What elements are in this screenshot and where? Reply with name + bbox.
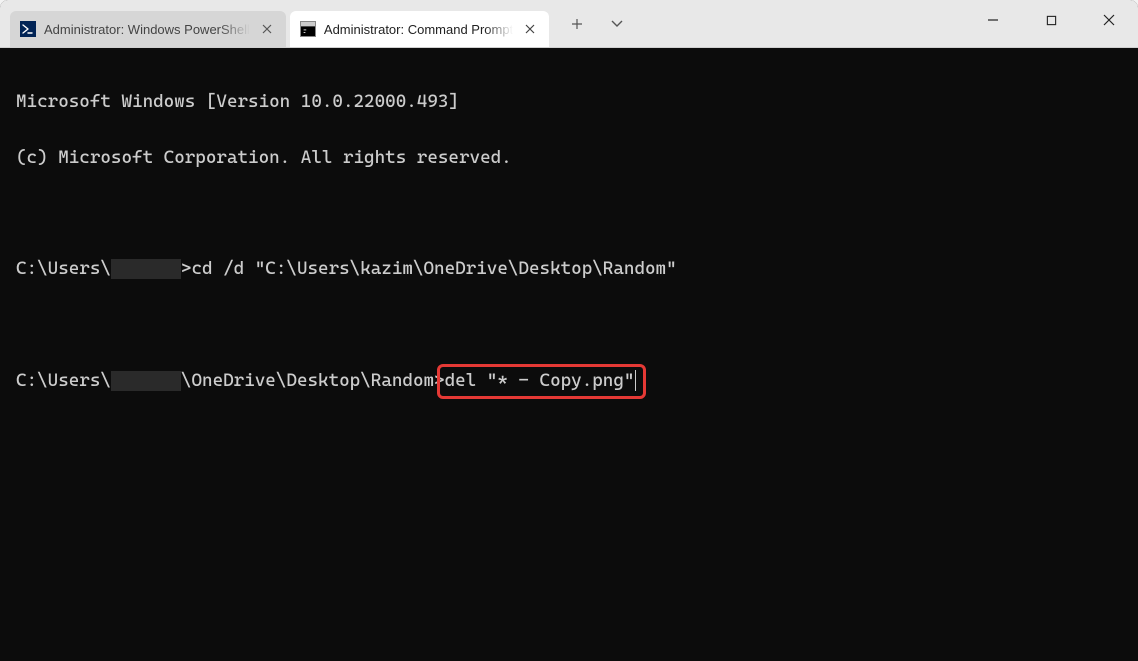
- cmd-icon: [300, 21, 316, 37]
- tab-cmd[interactable]: Administrator: Command Prompt: [290, 11, 549, 47]
- close-tab-button[interactable]: [521, 20, 539, 38]
- terminal-output[interactable]: Microsoft Windows [Version 10.0.22000.49…: [0, 48, 1138, 661]
- text-cursor: [635, 370, 636, 391]
- terminal-window: Administrator: Windows PowerShell Admini…: [0, 0, 1138, 661]
- command-cd: cd /d "C:\Users\kazim\OneDrive\Desktop\R…: [191, 258, 676, 279]
- redacted-username: [111, 259, 181, 279]
- tab-title: Administrator: Windows PowerShell: [44, 22, 250, 37]
- prompt: C:\Users\: [16, 258, 111, 279]
- copyright-line: (c) Microsoft Corporation. All rights re…: [16, 144, 1122, 172]
- powershell-icon: [20, 21, 36, 37]
- tab-title: Administrator: Command Prompt: [324, 22, 513, 37]
- close-tab-button[interactable]: [258, 20, 276, 38]
- new-tab-button[interactable]: [559, 8, 595, 40]
- prompt: C:\Users\: [16, 370, 111, 391]
- tab-controls: [553, 0, 641, 47]
- command-del: del "* - Copy.png": [445, 370, 635, 391]
- tab-strip: Administrator: Windows PowerShell Admini…: [0, 0, 553, 47]
- close-window-button[interactable]: [1080, 0, 1138, 40]
- minimize-button[interactable]: [964, 0, 1022, 40]
- titlebar[interactable]: Administrator: Windows PowerShell Admini…: [0, 0, 1138, 48]
- window-controls: [964, 0, 1138, 47]
- redacted-username: [111, 371, 181, 391]
- tab-powershell[interactable]: Administrator: Windows PowerShell: [10, 11, 286, 47]
- tab-dropdown-button[interactable]: [599, 8, 635, 40]
- maximize-button[interactable]: [1022, 0, 1080, 40]
- version-line: Microsoft Windows [Version 10.0.22000.49…: [16, 88, 1122, 116]
